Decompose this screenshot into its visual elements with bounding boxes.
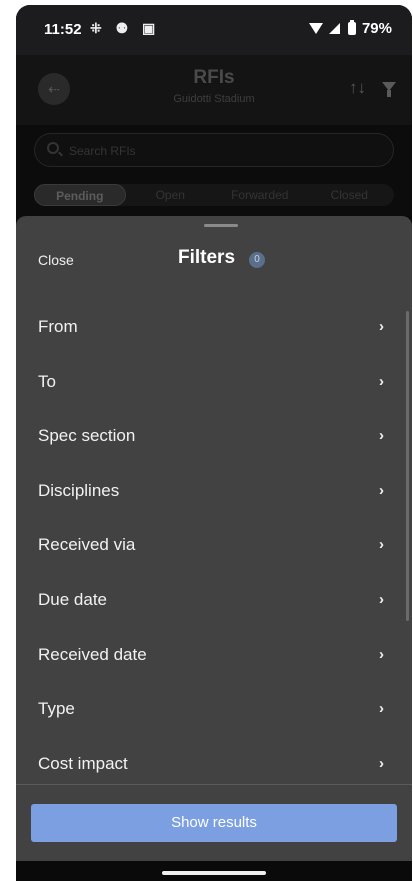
filter-label: To: [38, 371, 56, 391]
filter-row-from[interactable]: From ›: [16, 301, 412, 356]
filter-row-type[interactable]: Type ›: [16, 683, 412, 738]
close-button[interactable]: Close: [38, 252, 74, 268]
chevron-right-icon: ›: [379, 481, 384, 499]
phone-screen: 11:52 ⁜ ⚉ ▣ 79% ⇠ RFIs Guidotti Stadium …: [16, 5, 412, 881]
chevron-right-icon: ›: [379, 645, 384, 663]
sheet-drag-handle[interactable]: [204, 224, 238, 227]
chevron-right-icon: ›: [379, 590, 384, 608]
filter-count-badge: 0: [249, 252, 265, 268]
filter-label: Cost impact: [38, 753, 128, 773]
chevron-right-icon: ›: [379, 372, 384, 390]
search-icon: [47, 142, 59, 154]
chevron-right-icon: ›: [379, 318, 384, 335]
tab-pending[interactable]: Pending: [34, 184, 126, 206]
signal-icon: [328, 23, 340, 34]
filter-label: Disciplines: [38, 480, 120, 500]
show-results-button[interactable]: Show results: [31, 804, 397, 842]
filter-label: Received via: [38, 535, 136, 555]
status-time: 11:52: [44, 21, 82, 38]
filters-sheet: Close Filters 0 From › To › Spec section…: [16, 216, 412, 861]
status-tabs: Pending Open Forwarded Closed: [34, 184, 394, 206]
chevron-right-icon: ›: [379, 536, 384, 554]
sheet-title: Filters: [178, 247, 236, 268]
tab-closed[interactable]: Closed: [305, 184, 395, 206]
chevron-right-icon: ›: [379, 427, 384, 445]
notification-icons: ⁜ ⚉ ▣: [90, 20, 161, 36]
chevron-right-icon: ›: [379, 700, 384, 718]
filter-row-to[interactable]: To ›: [16, 356, 412, 411]
wifi-icon: [308, 23, 323, 34]
filter-row-received-via[interactable]: Received via ›: [16, 519, 412, 574]
app-header: ⇠ RFIs Guidotti Stadium ↑↓: [16, 55, 412, 125]
filter-row-due-date[interactable]: Due date ›: [16, 574, 412, 629]
status-bar: 11:52 ⁜ ⚉ ▣ 79%: [16, 5, 412, 55]
status-right: 79%: [308, 20, 392, 37]
filter-row-received-date[interactable]: Received date ›: [16, 629, 412, 684]
system-nav-bar: [16, 861, 412, 881]
filter-icon[interactable]: [382, 82, 396, 97]
search-placeholder: Search RFIs: [69, 144, 136, 158]
tab-open[interactable]: Open: [126, 184, 216, 206]
filter-label: Type: [38, 699, 75, 719]
chevron-right-icon: ›: [379, 754, 384, 772]
filter-label: From: [38, 317, 78, 336]
tab-forwarded[interactable]: Forwarded: [215, 184, 305, 206]
filter-label: Received date: [38, 644, 147, 664]
sort-icon[interactable]: ↑↓: [349, 78, 366, 98]
search-input[interactable]: Search RFIs: [34, 133, 394, 167]
home-gesture-handle[interactable]: [162, 871, 266, 875]
filter-row-disciplines[interactable]: Disciplines ›: [16, 465, 412, 520]
battery-icon: [347, 20, 356, 35]
filter-label: Due date: [38, 589, 107, 609]
filter-list: From › To › Spec section › Disciplines ›…: [16, 301, 412, 792]
filter-row-spec-section[interactable]: Spec section ›: [16, 410, 412, 465]
footer-divider: [16, 784, 412, 785]
battery-percent: 79%: [361, 20, 392, 37]
filter-label: Spec section: [38, 426, 136, 446]
